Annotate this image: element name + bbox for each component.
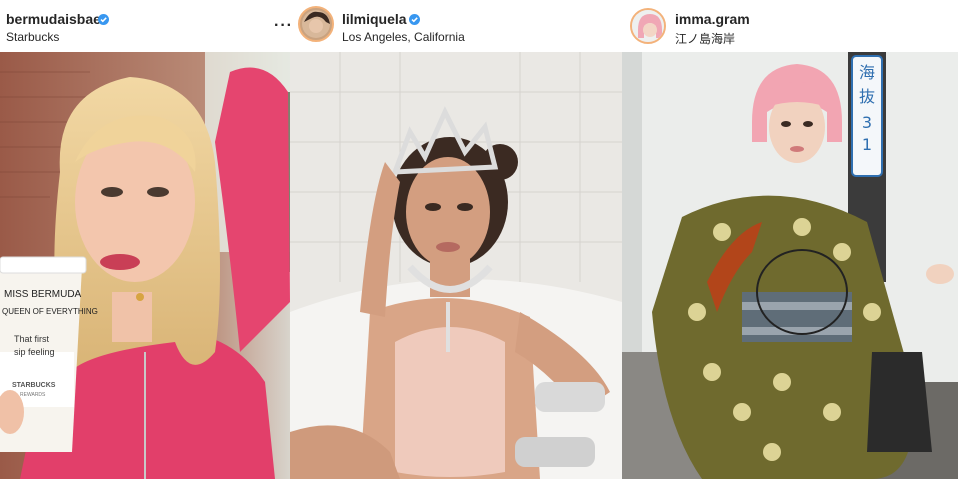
post-bermudaisbae: bermudaisbae Starbucks ··· bbox=[0, 0, 290, 479]
username-link[interactable]: imma.gram bbox=[675, 11, 750, 27]
sign-text: 海 bbox=[859, 63, 875, 82]
sign-text: 抜 bbox=[859, 87, 875, 106]
cup-text: That first bbox=[14, 334, 50, 344]
verified-badge-icon bbox=[409, 14, 420, 25]
post-image[interactable]: 海 抜 3 1 bbox=[622, 52, 958, 479]
post-image[interactable]: MISS BERMUDA QUEEN OF EVERYTHING That fi… bbox=[0, 52, 290, 479]
avatar[interactable] bbox=[630, 8, 666, 44]
username-link[interactable]: lilmiquela bbox=[342, 11, 407, 27]
post-lilmiquela: lilmiquela Los Angeles, California bbox=[290, 0, 622, 479]
post-header: lilmiquela Los Angeles, California bbox=[290, 0, 622, 52]
cup-brand-sub: REWARDS bbox=[20, 392, 46, 398]
username-link[interactable]: bermudaisbae bbox=[6, 11, 101, 27]
sign-text: 1 bbox=[862, 135, 872, 154]
post-imma-gram: imma.gram 江ノ島海岸 海 抜 3 1 bbox=[622, 0, 958, 479]
post-image[interactable] bbox=[290, 52, 622, 479]
cup-text: MISS BERMUDA bbox=[4, 289, 82, 300]
sign-text: 3 bbox=[862, 113, 872, 132]
cup-text: QUEEN OF EVERYTHING bbox=[2, 307, 98, 316]
location-link[interactable]: Los Angeles, California bbox=[342, 30, 465, 44]
location-link[interactable]: Starbucks bbox=[6, 30, 59, 44]
post-header: bermudaisbae Starbucks ··· bbox=[0, 0, 290, 52]
verified-badge-icon bbox=[98, 14, 109, 25]
avatar[interactable] bbox=[298, 6, 334, 42]
cup-text: sip feeling bbox=[14, 347, 55, 357]
cup-brand: STARBUCKS bbox=[12, 382, 56, 389]
more-options-icon[interactable]: ··· bbox=[274, 18, 290, 34]
post-header: imma.gram 江ノ島海岸 bbox=[622, 0, 958, 52]
location-link[interactable]: 江ノ島海岸 bbox=[675, 30, 735, 47]
